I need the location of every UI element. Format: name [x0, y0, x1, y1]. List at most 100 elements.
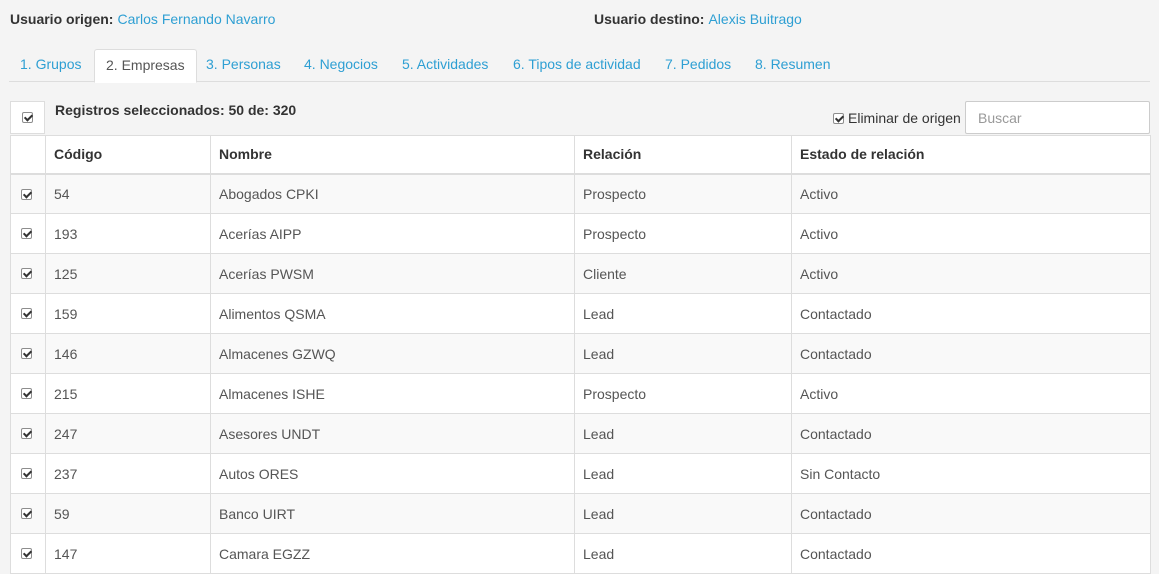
tab-grupos[interactable]: 1. Grupos [9, 49, 92, 82]
cell-estado: Contactado [791, 533, 1151, 574]
header-codigo[interactable]: Código [45, 135, 211, 175]
table-row[interactable]: 159 Alimentos QSMA Lead Contactado [10, 293, 1151, 334]
table-row[interactable]: 147 Camara EGZZ Lead Contactado [10, 533, 1151, 574]
cell-estado: Activo [791, 173, 1151, 214]
cell-codigo: 247 [45, 413, 211, 454]
cell-relacion: Lead [574, 413, 792, 454]
cell-estado: Contactado [791, 413, 1151, 454]
tab-actividades[interactable]: 5. Actividades [391, 49, 499, 82]
cell-nombre: Almacenes GZWQ [210, 333, 575, 374]
cell-relacion: Prospecto [574, 173, 792, 214]
cell-codigo: 215 [45, 373, 211, 414]
tab-personas[interactable]: 3. Personas [195, 49, 292, 82]
cell-estado: Contactado [791, 493, 1151, 534]
dest-user-label: Usuario destino: [594, 11, 705, 27]
cell-nombre: Abogados CPKI [210, 173, 575, 214]
cell-codigo: 146 [45, 333, 211, 374]
row-checkbox[interactable] [21, 548, 32, 559]
row-checkbox[interactable] [21, 228, 32, 239]
row-checkbox[interactable] [21, 308, 32, 319]
cell-estado: Contactado [791, 333, 1151, 374]
cell-estado: Sin Contacto [791, 453, 1151, 494]
cell-relacion: Prospecto [574, 373, 792, 414]
cell-nombre: Banco UIRT [210, 493, 575, 534]
cell-nombre: Acerías AIPP [210, 213, 575, 254]
header-select [10, 135, 46, 175]
cell-nombre: Acerías PWSM [210, 253, 575, 294]
delete-origin-label: Eliminar de origen [848, 110, 961, 126]
row-select-cell [10, 373, 46, 414]
row-checkbox[interactable] [21, 268, 32, 279]
origin-user-label: Usuario origen: [10, 11, 114, 27]
cell-nombre: Autos ORES [210, 453, 575, 494]
cell-codigo: 59 [45, 493, 211, 534]
table-header-row: Código Nombre Relación Estado de relació… [10, 135, 1151, 175]
row-select-cell [10, 413, 46, 454]
cell-codigo: 237 [45, 453, 211, 494]
row-checkbox[interactable] [21, 388, 32, 399]
row-select-cell [10, 533, 46, 574]
cell-estado: Activo [791, 253, 1151, 294]
tab-tipos-actividad[interactable]: 6. Tipos de actividad [502, 49, 652, 82]
companies-table: Código Nombre Relación Estado de relació… [10, 135, 1151, 574]
cell-nombre: Asesores UNDT [210, 413, 575, 454]
table-body: 54 Abogados CPKI Prospecto Activo 193 Acerías… [10, 173, 1151, 574]
origin-user-block: Usuario origen: Carlos Fernando Navarro [10, 11, 275, 27]
cell-nombre: Camara EGZZ [210, 533, 575, 574]
cell-codigo: 159 [45, 293, 211, 334]
cell-relacion: Lead [574, 333, 792, 374]
row-select-cell [10, 453, 46, 494]
row-checkbox[interactable] [21, 468, 32, 479]
row-select-cell [10, 213, 46, 254]
tab-resumen[interactable]: 8. Resumen [744, 49, 841, 82]
cell-relacion: Lead [574, 293, 792, 334]
dest-user-name[interactable]: Alexis Buitrago [708, 11, 801, 27]
table-row[interactable]: 215 Almacenes ISHE Prospecto Activo [10, 373, 1151, 414]
row-checkbox[interactable] [21, 428, 32, 439]
cell-relacion: Cliente [574, 253, 792, 294]
table-row[interactable]: 54 Abogados CPKI Prospecto Activo [10, 173, 1151, 214]
header-nombre[interactable]: Nombre [210, 135, 575, 175]
search-input[interactable] [965, 101, 1150, 134]
tab-pedidos[interactable]: 7. Pedidos [654, 49, 742, 82]
table-row[interactable]: 146 Almacenes GZWQ Lead Contactado [10, 333, 1151, 374]
tab-empresas[interactable]: 2. Empresas [94, 49, 197, 83]
tab-negocios[interactable]: 4. Negocios [293, 49, 389, 82]
step-tabs: 1. Grupos 2. Empresas 3. Personas 4. Neg… [9, 49, 1150, 83]
cell-estado: Activo [791, 373, 1151, 414]
table-row[interactable]: 247 Asesores UNDT Lead Contactado [10, 413, 1151, 454]
table-row[interactable]: 237 Autos ORES Lead Sin Contacto [10, 453, 1151, 494]
select-all-checkbox[interactable] [22, 112, 33, 123]
cell-codigo: 54 [45, 173, 211, 214]
delete-origin-option[interactable]: Eliminar de origen [833, 110, 961, 126]
row-select-cell [10, 253, 46, 294]
cell-relacion: Lead [574, 453, 792, 494]
row-checkbox[interactable] [21, 348, 32, 359]
selected-count: Registros seleccionados: 50 de: 320 [55, 102, 297, 118]
cell-relacion: Lead [574, 493, 792, 534]
cell-nombre: Almacenes ISHE [210, 373, 575, 414]
table-row[interactable]: 193 Acerías AIPP Prospecto Activo [10, 213, 1151, 254]
select-all-cell [10, 101, 45, 134]
origin-user-name[interactable]: Carlos Fernando Navarro [117, 11, 275, 27]
row-checkbox[interactable] [21, 508, 32, 519]
cell-nombre: Alimentos QSMA [210, 293, 575, 334]
cell-relacion: Lead [574, 533, 792, 574]
cell-estado: Contactado [791, 293, 1151, 334]
row-checkbox[interactable] [21, 188, 32, 200]
dest-user-block: Usuario destino: Alexis Buitrago [594, 11, 802, 27]
cell-codigo: 193 [45, 213, 211, 254]
row-select-cell [10, 333, 46, 374]
cell-codigo: 125 [45, 253, 211, 294]
header-relacion[interactable]: Relación [574, 135, 792, 175]
transfer-users-row: Usuario origen: Carlos Fernando Navarro U… [10, 11, 1159, 29]
row-select-cell [10, 173, 46, 214]
delete-origin-checkbox[interactable] [833, 113, 844, 124]
cell-codigo: 147 [45, 533, 211, 574]
cell-relacion: Prospecto [574, 213, 792, 254]
table-row[interactable]: 59 Banco UIRT Lead Contactado [10, 493, 1151, 534]
row-select-cell [10, 293, 46, 334]
selection-toolbar: Registros seleccionados: 50 de: 320 Elim… [10, 100, 1150, 135]
table-row[interactable]: 125 Acerías PWSM Cliente Activo [10, 253, 1151, 294]
header-estado[interactable]: Estado de relación [791, 135, 1151, 175]
